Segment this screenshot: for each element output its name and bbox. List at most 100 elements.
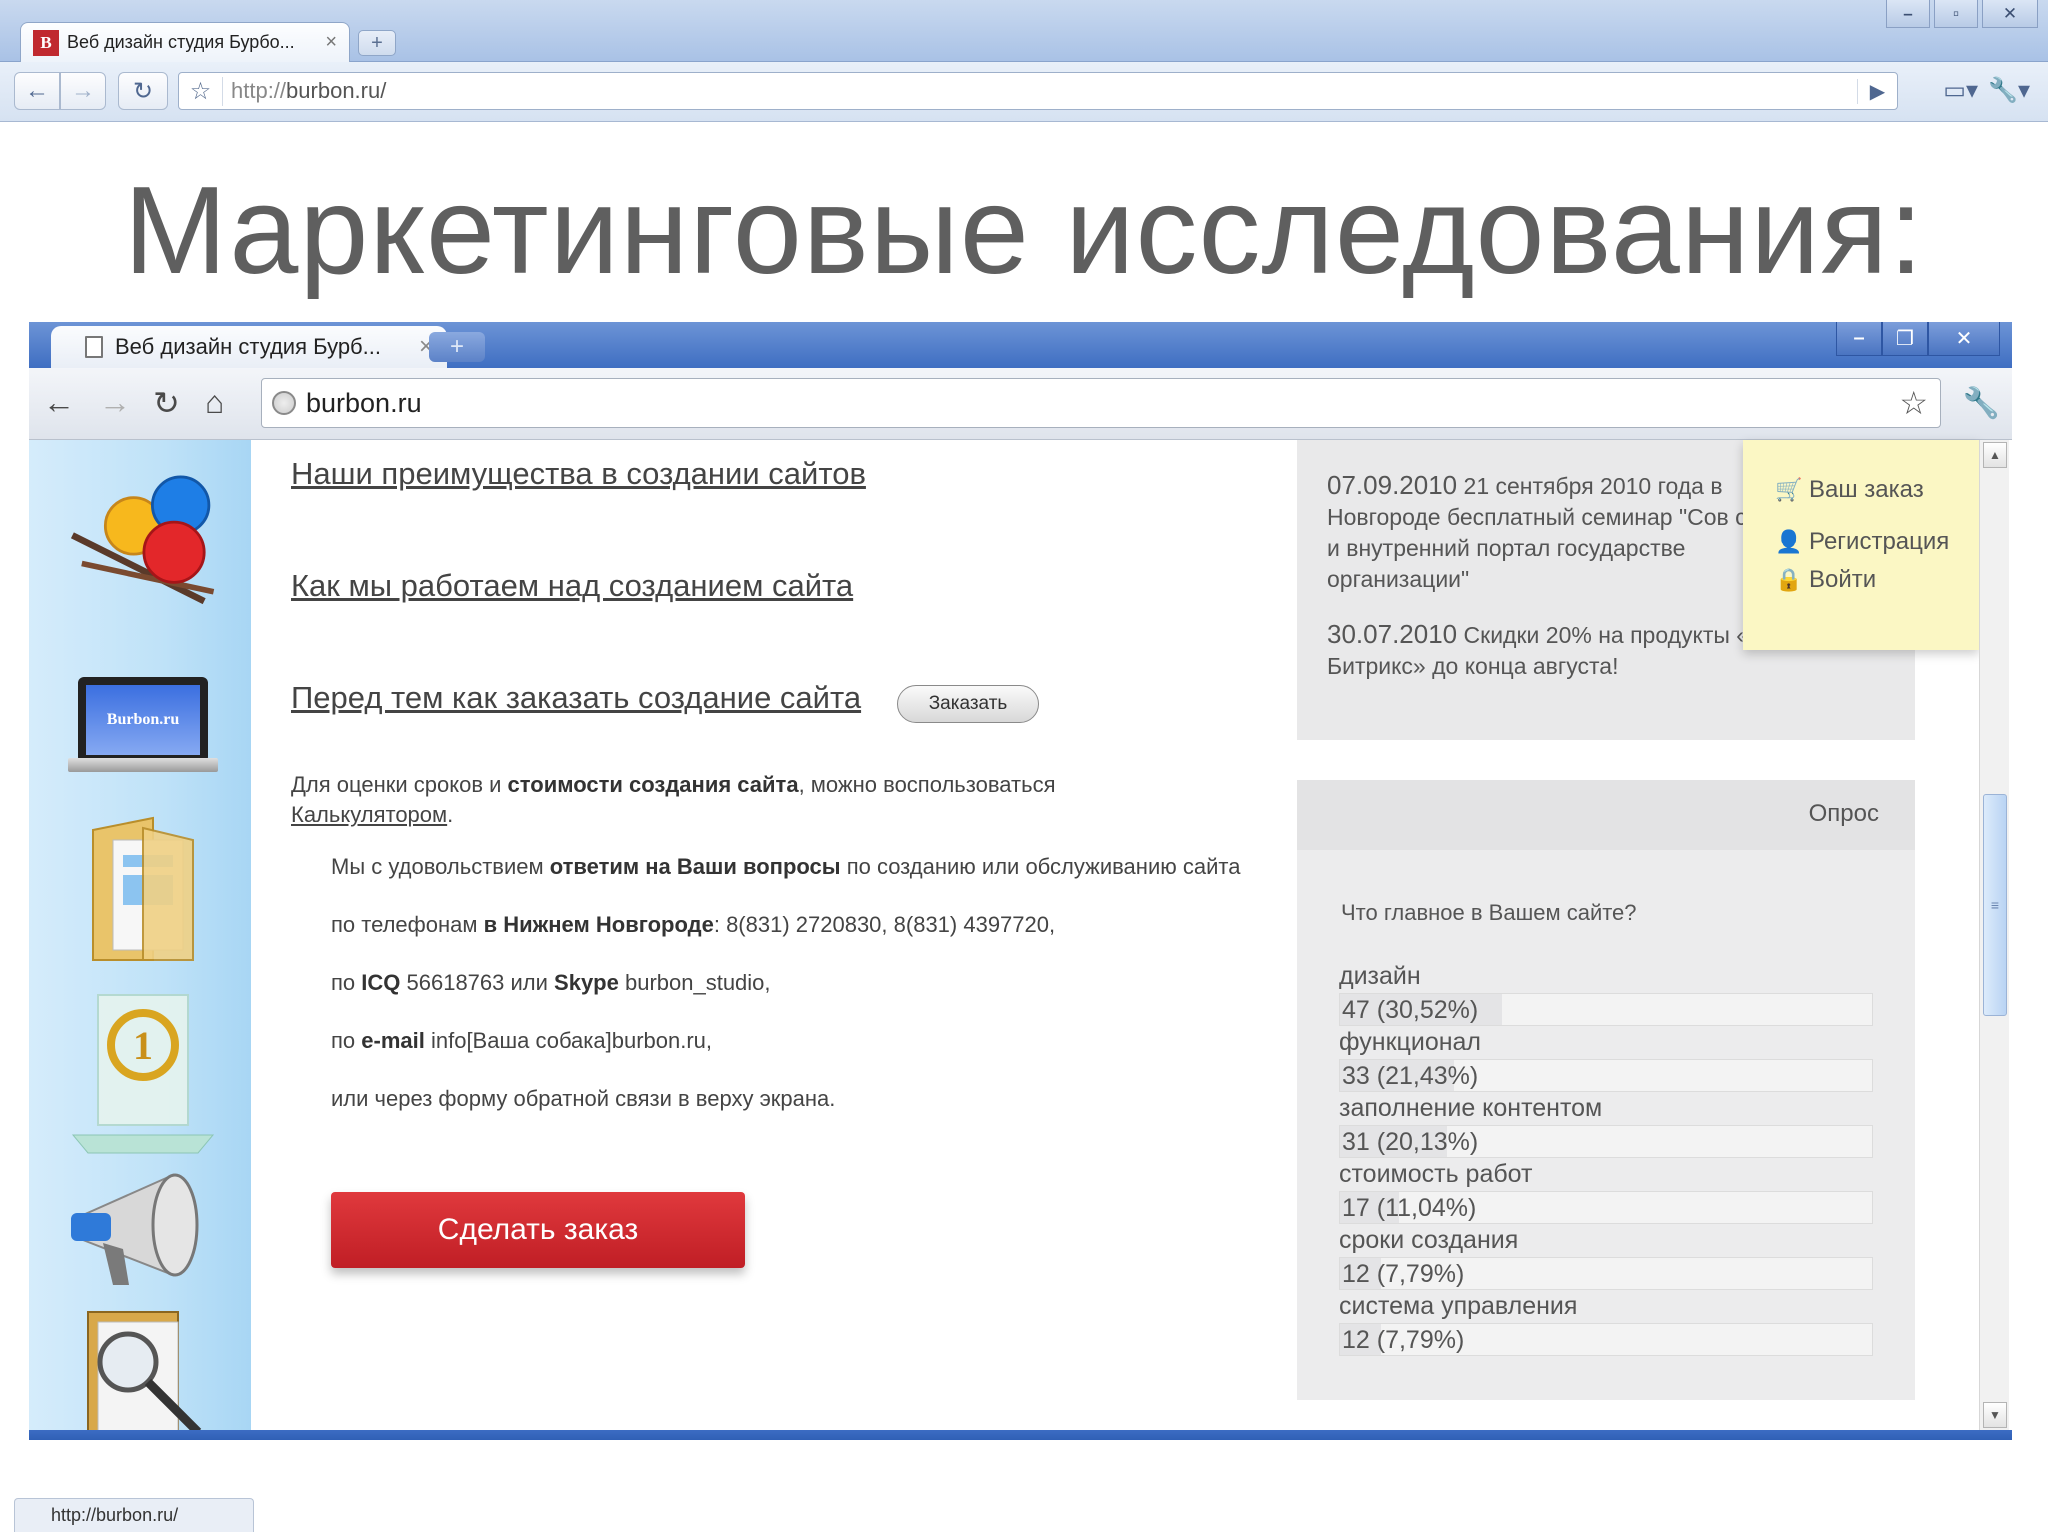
contacts-feedback: или через форму обратной связи в верху э… xyxy=(331,1086,836,1111)
poll-option-result: 12 (7,79%) xyxy=(1339,1257,1873,1290)
poll-option-result: 33 (21,43%) xyxy=(1339,1059,1873,1092)
cart-popup: 🛒 Ваш заказ 👤 Регистрация 🔒 Войти xyxy=(1743,440,1979,650)
poll-option: заполнение контентом 31 (20,13%) xyxy=(1339,1092,1873,1158)
inner-tab[interactable]: Веб дизайн студия Бурб... × xyxy=(51,326,447,368)
poll-option-label: функционал xyxy=(1339,1028,1482,1056)
burbon-favicon-icon: B xyxy=(33,29,59,56)
poll-option-label: стоимость работ xyxy=(1339,1160,1533,1188)
wrench-menu-icon[interactable]: 🔧 xyxy=(1963,386,2000,421)
poll-option: сроки создания 12 (7,79%) xyxy=(1339,1224,1873,1290)
poll-option-result: 47 (30,52%) xyxy=(1339,993,1873,1026)
outer-address-bar[interactable]: ☆ http://burbon.ru/ ▶ xyxy=(178,72,1898,110)
back-arrow-icon[interactable]: ← xyxy=(43,384,75,421)
inner-url[interactable]: burbon.ru xyxy=(306,388,422,419)
poll-option: дизайн 47 (30,52%) xyxy=(1339,960,1873,1026)
reload-icon[interactable]: ↻ xyxy=(153,384,180,422)
restore-button[interactable]: ❐ xyxy=(1882,322,1928,356)
wrench-menu-icon[interactable]: 🔧▾ xyxy=(1988,76,2030,105)
outer-tab[interactable]: B Веб дизайн студия Бурбо... × xyxy=(20,22,350,62)
close-window-button[interactable]: ✕ xyxy=(1928,322,2000,356)
taskbar-strip xyxy=(29,1430,2012,1440)
scroll-thumb[interactable]: ≡ xyxy=(1983,794,2007,1016)
page-doc-icon xyxy=(85,336,103,358)
minimize-button[interactable]: – xyxy=(1836,322,1882,356)
make-order-button[interactable]: Сделать заказ xyxy=(331,1192,745,1268)
poll-option: стоимость работ 17 (11,04%) xyxy=(1339,1158,1873,1224)
inner-address-bar[interactable]: burbon.ru ☆ xyxy=(261,378,1941,428)
poll-question: Что главное в Вашем сайте? xyxy=(1341,900,1637,925)
scroll-down-arrow-icon[interactable]: ▼ xyxy=(1983,1402,2007,1428)
login-link[interactable]: 🔒 Войти xyxy=(1775,566,1876,594)
forward-arrow-icon[interactable]: → xyxy=(99,384,131,421)
megaphone-icon[interactable] xyxy=(63,1160,223,1300)
laptop-icon[interactable]: Burbon.ru xyxy=(63,650,223,790)
inner-browser-window: Веб дизайн студия Бурб... × + – ❐ ✕ ← → … xyxy=(29,322,2012,1440)
maximize-button[interactable]: ▫ xyxy=(1934,0,1978,28)
poll-result-text: 47 (30,52%) xyxy=(1342,996,1479,1024)
minimize-button[interactable]: – xyxy=(1886,0,1930,28)
go-arrow-icon[interactable]: ▶ xyxy=(1857,78,1897,104)
poll-option-label: дизайн xyxy=(1339,962,1421,990)
poll-option-result: 17 (11,04%) xyxy=(1339,1191,1873,1224)
icon-sidebar: Burbon.ru 1 xyxy=(29,440,251,1440)
new-tab-button[interactable]: + xyxy=(429,332,485,362)
magnifier-document-icon[interactable] xyxy=(63,1302,223,1440)
outer-url[interactable]: http://burbon.ru/ xyxy=(223,78,386,104)
poll-box: Опрос Что главное в Вашем сайте? дизайн 4… xyxy=(1297,780,1915,1400)
home-icon[interactable]: ⌂ xyxy=(205,384,224,421)
close-window-button[interactable]: ✕ xyxy=(1982,0,2038,28)
poll-result-text: 12 (7,79%) xyxy=(1342,1326,1465,1354)
link-advantages[interactable]: Наши преимущества в создании сайтов xyxy=(291,456,866,492)
bookmark-star-icon[interactable]: ☆ xyxy=(1899,384,1928,422)
register-link[interactable]: 👤 Регистрация xyxy=(1775,528,1949,556)
bookmark-star-icon[interactable]: ☆ xyxy=(179,76,223,106)
poll-option-result: 31 (20,13%) xyxy=(1339,1125,1873,1158)
outer-window-controls: – ▫ ✕ xyxy=(1886,0,2038,28)
contacts-email: по e-mail info[Ваша собака]burbon.ru, xyxy=(331,1028,713,1053)
folder-icon[interactable] xyxy=(63,810,223,970)
back-arrow-icon[interactable]: ← xyxy=(14,72,60,110)
new-tab-button[interactable]: + xyxy=(358,30,396,56)
calculator-link[interactable]: Калькулятором xyxy=(291,802,447,827)
link-how-we-work[interactable]: Как мы работаем над созданием сайта xyxy=(291,568,853,604)
outer-toolbar: ← → ↻ ☆ http://burbon.ru/ ▶ ▭▾ 🔧▾ xyxy=(0,62,2048,122)
forward-arrow-icon[interactable]: → xyxy=(60,72,106,110)
poll-result-text: 12 (7,79%) xyxy=(1342,1260,1465,1288)
poll-option-label: сроки создания xyxy=(1339,1226,1519,1254)
inner-tab-title: Веб дизайн студия Бурб... xyxy=(115,334,381,359)
outer-tab-title: Веб дизайн студия Бурбо... xyxy=(67,32,295,52)
page-viewport: Burbon.ru 1 Наши преимущества в создании… xyxy=(29,440,2012,1440)
lock-icon: 🔒 xyxy=(1775,567,1803,592)
vertical-scrollbar[interactable]: ▲ ≡ ▼ xyxy=(1979,440,2009,1430)
contacts-intro: Мы с удовольствием ответим на Ваши вопро… xyxy=(331,854,1241,879)
contacts-icq-skype: по ICQ 56618763 или Skype burbon_studio, xyxy=(331,970,771,995)
reload-icon[interactable]: ↻ xyxy=(118,72,168,110)
cart-order-link[interactable]: 🛒 Ваш заказ xyxy=(1775,476,1924,504)
page-menu-icon[interactable]: ▭▾ xyxy=(1943,76,1978,105)
award-trophy-icon[interactable]: 1 xyxy=(63,980,223,1160)
inner-titlebar: Веб дизайн студия Бурб... × + – ❐ ✕ xyxy=(29,322,2012,368)
link-before-order[interactable]: Перед тем как заказать создание сайта xyxy=(291,680,861,716)
poll-option: функционал 33 (21,43%) xyxy=(1339,1026,1873,1092)
inner-window-controls: – ❐ ✕ xyxy=(1836,322,2000,356)
news-item[interactable]: 30.07.2010 Скидки 20% на продукты «1С-Би… xyxy=(1327,619,1787,682)
order-small-button[interactable]: Заказать xyxy=(897,685,1039,723)
poll-result-text: 33 (21,43%) xyxy=(1342,1062,1479,1090)
paint-brushes-icon[interactable] xyxy=(63,470,223,610)
slide-title: Маркетинговые исследования: xyxy=(123,162,1925,300)
poll-option-label: система управления xyxy=(1339,1292,1578,1320)
poll-option-label: заполнение контентом xyxy=(1339,1094,1603,1122)
inner-toolbar: ← → ↻ ⌂ burbon.ru ☆ 🔧 xyxy=(29,368,2012,440)
contacts-block: Мы с удовольствием ответим на Ваши вопро… xyxy=(331,852,1261,1142)
scroll-up-arrow-icon[interactable]: ▲ xyxy=(1983,442,2007,468)
calculator-text: Для оценки сроков и стоимости создания с… xyxy=(291,772,1056,827)
contacts-phones: по телефонам в Нижнем Новгороде: 8(831) … xyxy=(331,912,1056,937)
status-bar-url: http://burbon.ru/ xyxy=(14,1498,254,1532)
poll-result-text: 31 (20,13%) xyxy=(1342,1128,1479,1156)
news-item[interactable]: 07.09.2010 21 сентября 2010 года в Новго… xyxy=(1327,470,1787,595)
poll-heading: Опрос xyxy=(1297,780,1915,850)
close-tab-icon[interactable]: × xyxy=(325,31,337,54)
poll-option: система управления 12 (7,79%) xyxy=(1339,1290,1873,1356)
outer-titlebar: B Веб дизайн студия Бурбо... × + – ▫ ✕ xyxy=(0,0,2048,62)
laptop-label: Burbon.ru xyxy=(86,685,200,755)
